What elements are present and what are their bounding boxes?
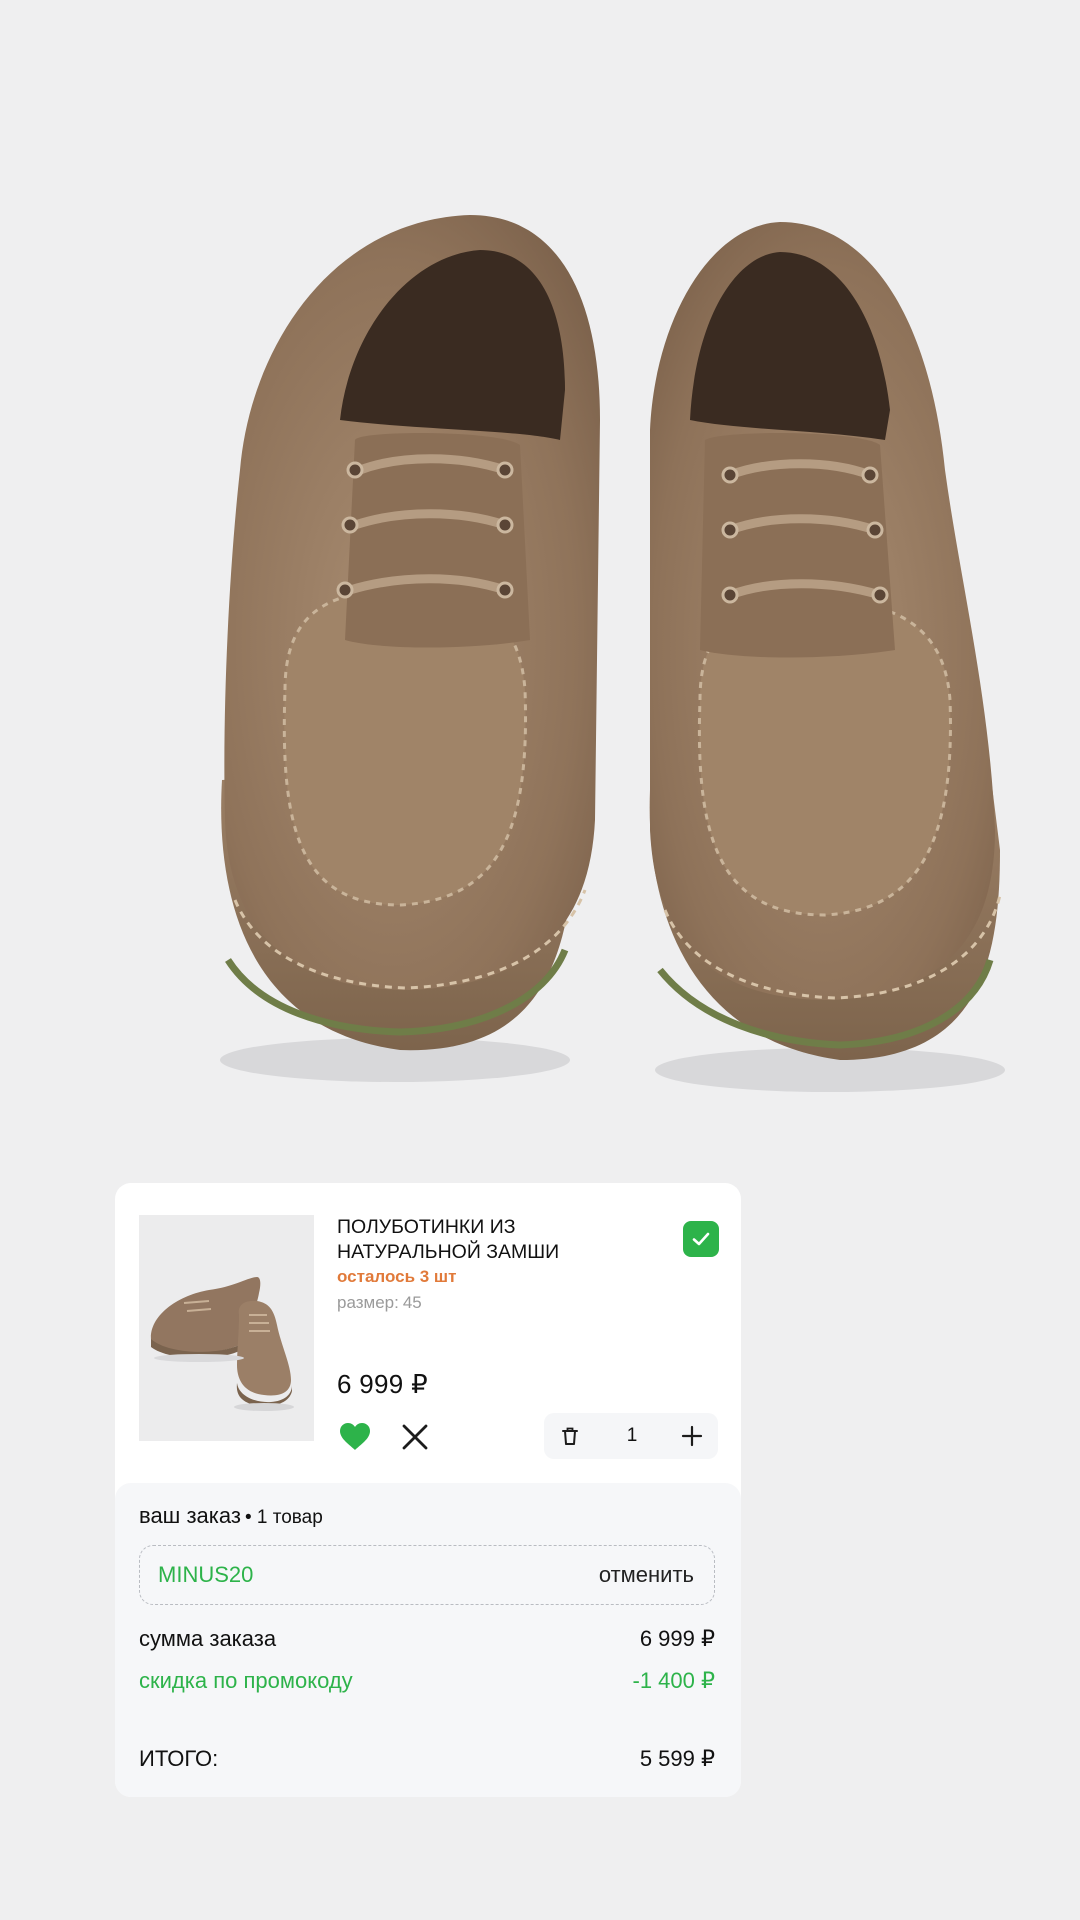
promo-code-box: MINUS20 отменить (139, 1545, 715, 1605)
product-thumbnail[interactable] (139, 1215, 314, 1441)
product-hero-image (0, 0, 1080, 1120)
order-total-value: 5 599 ₽ (639, 1746, 715, 1771)
item-price: 6 999 ₽ (337, 1369, 428, 1399)
order-sum-row: сумма заказа 6 999 ₽ (139, 1626, 715, 1656)
order-heading-text: ваш заказ (139, 1503, 241, 1528)
promo-discount-label: скидка по промокоду (139, 1668, 353, 1693)
order-summary-heading: ваш заказ • 1 товар (139, 1503, 323, 1529)
size-value: 45 (402, 1293, 422, 1312)
quantity-stepper: 1 (544, 1413, 718, 1459)
quantity-value: 1 (626, 1425, 638, 1446)
product-title: ПОЛУБОТИНКИ ИЗ НАТУРАЛЬНОЙ ЗАМШИ (337, 1215, 657, 1265)
order-total-label: ИТОГО: (139, 1746, 219, 1771)
favorite-button[interactable] (337, 1419, 373, 1455)
decrement-delete-button[interactable] (554, 1420, 586, 1452)
order-sum-label: сумма заказа (139, 1626, 277, 1651)
promo-discount-row: скидка по промокоду -1 400 ₽ (139, 1668, 715, 1698)
order-total-row: ИТОГО: 5 599 ₽ (139, 1746, 715, 1776)
check-icon (692, 1232, 710, 1246)
close-icon (402, 1424, 428, 1450)
order-summary: ваш заказ • 1 товар MINUS20 отменить сумм… (115, 1483, 741, 1797)
promo-cancel-button[interactable]: отменить (599, 1546, 694, 1603)
plus-icon (681, 1425, 703, 1447)
item-select-checkbox[interactable] (683, 1221, 719, 1257)
size-label: размер: (337, 1293, 399, 1312)
remove-item-button[interactable] (397, 1419, 433, 1455)
promo-discount-value: -1 400 ₽ (632, 1668, 716, 1693)
heart-icon (340, 1423, 370, 1450)
trash-icon (562, 1427, 578, 1445)
product-title-line2: НАТУРАЛЬНОЙ ЗАМШИ (337, 1241, 560, 1263)
right-shoe-graphic (649, 222, 1002, 1060)
product-title-line1: ПОЛУБОТИНКИ ИЗ (337, 1216, 516, 1238)
cart-card: ПОЛУБОТИНКИ ИЗ НАТУРАЛЬНОЙ ЗАМШИ осталос… (115, 1183, 741, 1797)
stock-remaining: осталось 3 шт (337, 1267, 457, 1286)
size-info: размер: 45 (337, 1293, 422, 1313)
cart-item: ПОЛУБОТИНКИ ИЗ НАТУРАЛЬНОЙ ЗАМШИ осталос… (115, 1183, 741, 1483)
promo-code-value: MINUS20 (158, 1562, 254, 1587)
increment-button[interactable] (676, 1420, 708, 1452)
order-item-count: • 1 товар (244, 1507, 323, 1528)
order-sum-value: 6 999 ₽ (639, 1626, 715, 1651)
left-shoe-graphic (221, 215, 600, 1051)
